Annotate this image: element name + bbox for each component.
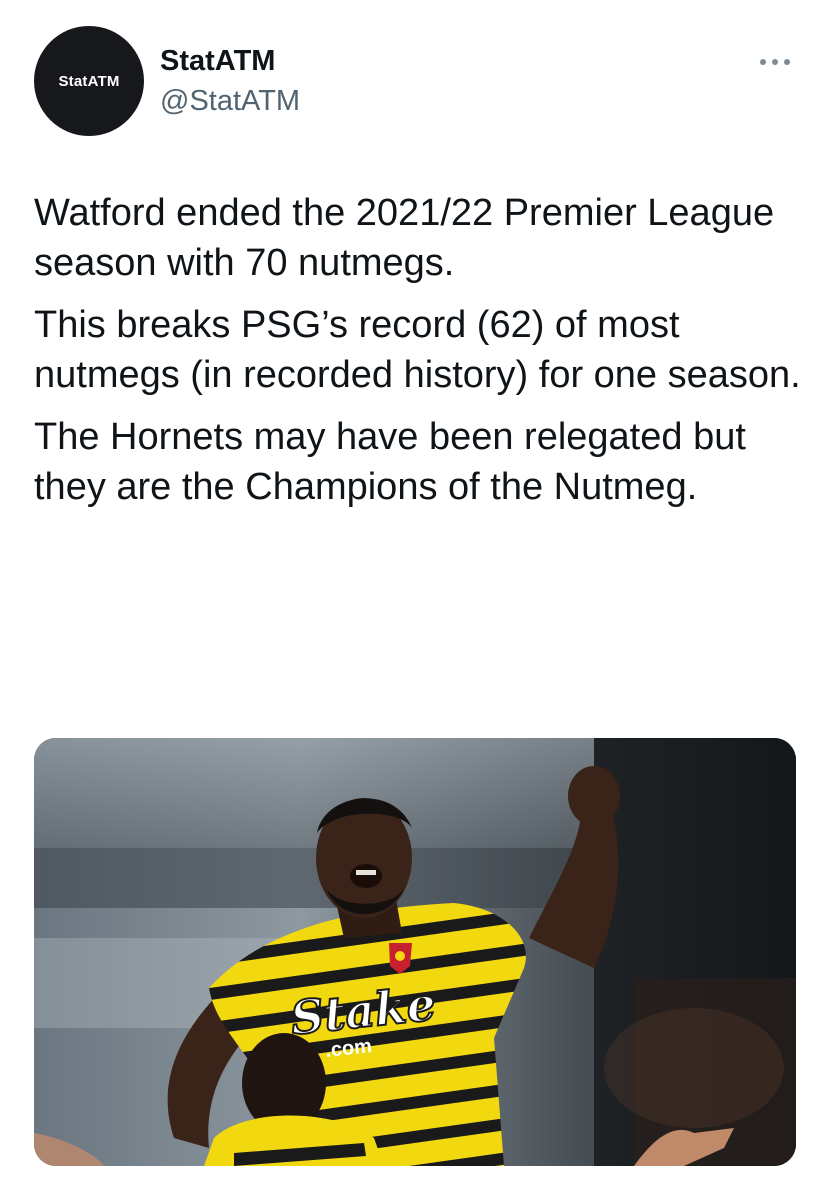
avatar[interactable]: StatATM [34,26,144,136]
tweet-text: Watford ended the 2021/22 Premier League… [34,188,804,524]
tweet: StatATM StatATM @StatATM Watford ended t… [0,0,830,1200]
avatar-logo-text: StatATM [58,72,120,90]
tweet-photo[interactable]: Stake .com [34,738,796,1166]
footballer-celebration-photo: Stake .com [34,738,796,1166]
author-display-name[interactable]: StatATM [160,44,275,78]
tweet-paragraph: This breaks PSG’s record (62) of most nu… [34,304,801,396]
author-handle[interactable]: @StatATM [160,84,300,118]
tweet-paragraph: Watford ended the 2021/22 Premier League… [34,192,775,284]
tweet-paragraph: The Hornets may have been relegated but … [34,416,746,508]
more-horizontal-icon [760,59,790,65]
more-options-button[interactable] [752,48,798,76]
